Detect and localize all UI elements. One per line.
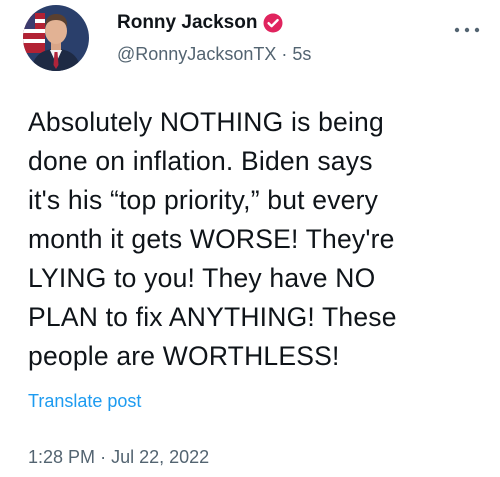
author-handle[interactable]: @RonnyJacksonTX [117,44,276,64]
translate-post-link[interactable]: Translate post [28,391,141,412]
post-card: Ronny Jackson @RonnyJacksonTX · 5s Absol… [0,0,500,477]
post-text-line: month it gets WORSE! They're [28,224,395,254]
post-date[interactable]: Jul 22, 2022 [111,447,209,467]
post-text: Absolutely NOTHING is being done on infl… [28,103,478,376]
post-text-line: PLAN to fix ANYTHING! These [28,302,397,332]
author-handle-row: @RonnyJacksonTX · 5s [117,44,311,65]
author-name[interactable]: Ronny Jackson [117,12,283,34]
post-text-line: Absolutely NOTHING is being [28,107,384,137]
handle-separator: · [281,44,293,64]
verified-badge-icon [263,13,283,33]
post-text-line: it's his “top priority,” but every [28,185,379,215]
avatar[interactable] [23,5,89,71]
timestamp-separator: · [100,447,112,467]
author-display-name[interactable]: Ronny Jackson [117,12,257,34]
more-options-icon[interactable] [452,22,482,38]
post-timestamp[interactable]: 1:28 PM · Jul 22, 2022 [28,447,209,468]
post-time[interactable]: 1:28 PM [28,447,95,467]
post-text-line: LYING to you! They have NO [28,263,376,293]
post-text-line: people are WORTHLESS! [28,341,340,371]
relative-time[interactable]: 5s [292,44,311,64]
avatar-image [23,5,89,71]
post-text-line: done on inflation. Biden says [28,146,373,176]
